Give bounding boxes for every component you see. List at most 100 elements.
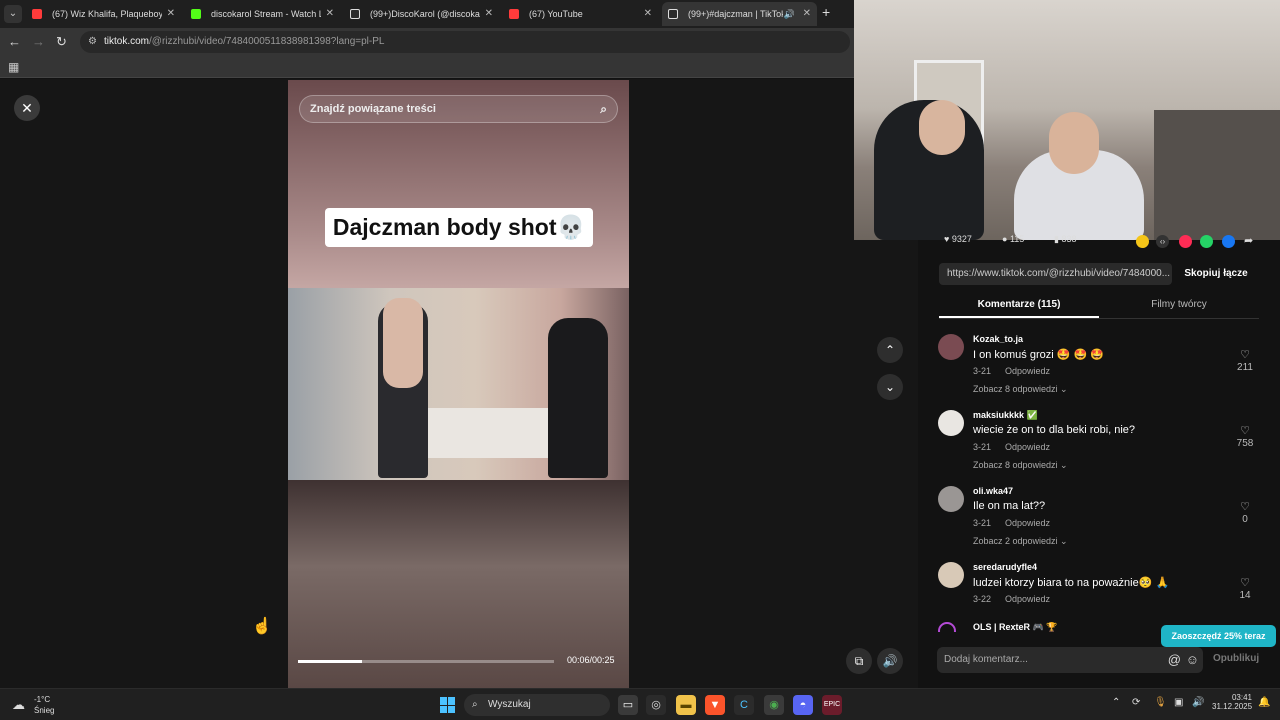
heart-icon[interactable]: ♡ xyxy=(1232,576,1258,589)
reply-button[interactable]: Odpowiedz xyxy=(1005,366,1050,376)
previous-video-button[interactable]: ⌃ xyxy=(877,337,903,363)
discord-icon[interactable]: ◓ xyxy=(793,695,813,715)
tab-kick-discokarol[interactable]: discokarol Stream - Watch Live ✕ xyxy=(185,2,340,26)
volume-button[interactable]: 🔊 xyxy=(877,648,903,674)
tab-youtube-wiz[interactable]: (67) Wiz Khalifa, Plaqueboy Ma ✕ xyxy=(26,2,181,26)
view-replies-button[interactable]: Zobacz 8 odpowiedzi ⌄ xyxy=(973,384,1068,395)
forward-icon[interactable]: → xyxy=(32,34,45,49)
share-icon[interactable]: ➦ xyxy=(1244,234,1253,247)
save-stat[interactable]: ▮ 838 xyxy=(1054,234,1076,245)
tab-search-button[interactable]: ⌄ xyxy=(4,5,22,23)
taskbar-clock[interactable]: 03:41 31.12.2025 xyxy=(1212,693,1252,711)
tiktok-icon xyxy=(668,9,678,19)
tiktok-icon xyxy=(350,9,360,19)
avatar[interactable] xyxy=(938,334,964,360)
emoji-icon[interactable]: ☺ xyxy=(1186,647,1199,673)
post-comment-button[interactable]: Opublikuj xyxy=(1213,653,1259,664)
tab-creator-videos[interactable]: Filmy twórcy xyxy=(1099,294,1259,318)
video-link-field[interactable]: https://www.tiktok.com/@rizzhubi/video/7… xyxy=(939,263,1172,285)
close-tab-icon[interactable]: ✕ xyxy=(485,2,493,26)
youtube-icon xyxy=(32,9,42,19)
embed-icon[interactable]: ‹› xyxy=(1156,235,1169,248)
search-icon[interactable]: ⌕ xyxy=(600,96,607,122)
comment-username[interactable]: seredarudyfle4 xyxy=(973,562,1037,572)
close-tab-icon[interactable]: ✕ xyxy=(803,2,811,26)
close-video-button[interactable]: ✕ xyxy=(14,95,40,121)
repost-icon[interactable] xyxy=(1136,235,1149,248)
view-replies-button[interactable]: Zobacz 2 odpowiedzi ⌄ xyxy=(973,536,1068,547)
close-tab-icon[interactable]: ✕ xyxy=(644,2,652,26)
site-info-icon[interactable]: ⚙ xyxy=(88,31,97,53)
copy-link-button[interactable]: Skopiuj łącze xyxy=(1175,263,1257,285)
heart-icon[interactable]: ♡ xyxy=(1232,424,1258,437)
related-search-input[interactable]: Znajdź powiązane treści ⌕ xyxy=(299,95,618,123)
view-replies-button[interactable]: Zobacz 8 odpowiedzi ⌄ xyxy=(973,460,1068,471)
avatar[interactable] xyxy=(938,486,964,512)
epic-games-icon[interactable]: EPIC xyxy=(822,695,842,715)
tab-comments[interactable]: Komentarze (115) xyxy=(939,294,1099,318)
panel-tabs: Komentarze (115) Filmy twórcy xyxy=(939,294,1259,319)
tab-youtube[interactable]: (67) YouTube ✕ xyxy=(503,2,658,26)
task-view-icon[interactable]: ▭ xyxy=(618,695,638,715)
chrome-icon[interactable]: ◉ xyxy=(764,695,784,715)
close-tab-icon[interactable]: ✕ xyxy=(167,2,175,26)
close-tab-icon[interactable]: ✕ xyxy=(326,2,334,26)
new-tab-button[interactable]: + xyxy=(822,4,830,20)
avatar[interactable] xyxy=(938,562,964,588)
back-icon[interactable]: ← xyxy=(8,34,21,49)
video-progress-bar[interactable] xyxy=(298,660,554,663)
send-icon[interactable] xyxy=(1179,235,1192,248)
notification-icon[interactable]: 🔔 xyxy=(1258,697,1270,708)
youtube-icon xyxy=(509,9,519,19)
reload-icon[interactable]: ↻ xyxy=(56,34,67,50)
comment-username[interactable]: maksiukkkk ✅ xyxy=(973,410,1038,421)
add-comment-input[interactable]: Dodaj komentarz... @ ☺ xyxy=(937,647,1203,673)
comment-meta: 3-22 Odpowiedz xyxy=(973,594,1050,604)
apps-grid-icon[interactable]: ▦ xyxy=(8,60,19,74)
comment-username[interactable]: oli.wka47 xyxy=(973,486,1013,496)
comment-placeholder: Dodaj komentarz... xyxy=(944,654,1028,665)
comment-like[interactable]: ♡ 758 xyxy=(1232,424,1258,449)
heart-icon[interactable]: ♡ xyxy=(1232,348,1258,361)
comment-like[interactable]: ♡ 211 xyxy=(1232,348,1258,373)
reply-button[interactable]: Odpowiedz xyxy=(1005,594,1050,604)
taskbar-search[interactable]: ⌕ Wyszukaj xyxy=(464,694,610,716)
file-explorer-icon[interactable]: ▬ xyxy=(676,695,696,715)
tray-overflow-icon[interactable]: ⌃ xyxy=(1112,697,1120,708)
floating-player-button[interactable]: ⧉ xyxy=(846,648,872,674)
tab-tiktok-discokarol[interactable]: (99+)DiscoKarol (@discokarol_ ✕ xyxy=(344,2,499,26)
comment-like[interactable]: ♡ 0 xyxy=(1232,500,1258,525)
heart-icon[interactable]: ♡ xyxy=(1232,500,1258,513)
tab-label: (99+)DiscoKarol (@discokarol_ xyxy=(370,9,480,19)
tab-tiktok-dajczman[interactable]: (99+)#dajczman | TikTok 🔊 ✕ xyxy=(662,2,817,26)
brave-icon[interactable]: ▼ xyxy=(705,695,725,715)
volume-icon[interactable]: 🔊 xyxy=(1192,697,1204,708)
windows-start-icon[interactable] xyxy=(440,697,456,713)
speaker-icon[interactable]: 🔊 xyxy=(784,2,795,26)
avatar[interactable] xyxy=(938,410,964,436)
search-label: Wyszukaj xyxy=(488,699,531,710)
facebook-icon[interactable] xyxy=(1222,235,1235,248)
url-bar[interactable]: ⚙ tiktok.com/@rizzhubi/video/74840005118… xyxy=(80,31,850,53)
comment-like[interactable]: ♡ 14 xyxy=(1232,576,1258,601)
browser-tabbar: ⌄ (67) Wiz Khalifa, Plaqueboy Ma ✕ disco… xyxy=(0,0,854,28)
edge-icon[interactable]: C xyxy=(734,695,754,715)
promo-button[interactable]: Zaoszczędź 25% teraz xyxy=(1161,625,1276,647)
avatar[interactable] xyxy=(938,622,956,632)
sync-icon[interactable]: ⟳ xyxy=(1132,697,1140,708)
like-stat[interactable]: ♥ 9327 xyxy=(944,234,972,244)
comment-count: 115 xyxy=(1009,234,1025,244)
microphone-icon[interactable]: 🎙 xyxy=(1154,697,1167,708)
kick-icon xyxy=(191,9,201,19)
steam-icon[interactable]: ◎ xyxy=(646,695,666,715)
mention-icon[interactable]: @ xyxy=(1168,647,1181,673)
network-icon[interactable]: ▣ xyxy=(1174,697,1183,708)
comment-username[interactable]: Kozak_to.ja xyxy=(973,334,1023,344)
video-player[interactable]: Znajdź powiązane treści ⌕ Dajczman body … xyxy=(288,80,629,688)
reply-button[interactable]: Odpowiedz xyxy=(1005,518,1050,528)
comment-username[interactable]: OLS | RexteR 🎮 🏆 xyxy=(973,622,1057,632)
comment-stat[interactable]: ● 115 xyxy=(1002,234,1024,244)
reply-button[interactable]: Odpowiedz xyxy=(1005,442,1050,452)
next-video-button[interactable]: ⌄ xyxy=(877,374,903,400)
whatsapp-icon[interactable] xyxy=(1200,235,1213,248)
